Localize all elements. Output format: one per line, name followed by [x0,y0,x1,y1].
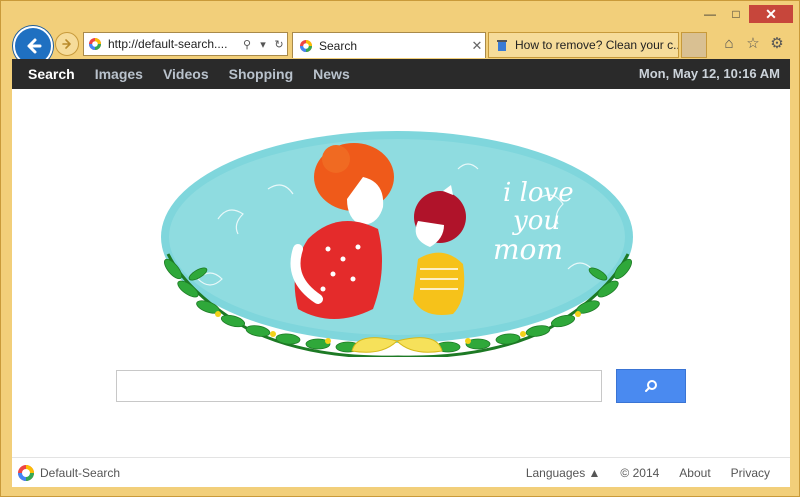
top-nav-bar: Search Images Videos Shopping News Mon, … [12,59,790,89]
search-icon[interactable]: ⚲ [239,38,255,51]
tab-how-to-remove[interactable]: How to remove? Clean your c... [488,32,679,58]
nav-news[interactable]: News [313,66,350,82]
about-link[interactable]: About [679,466,710,480]
tab-favicon-icon [300,39,312,52]
page-content: Search Images Videos Shopping News Mon, … [12,59,790,487]
refresh-icon[interactable]: ↻ [271,38,287,51]
address-bar[interactable]: http://default-search.... ⚲ ▾ ↻ [83,32,288,56]
tab-label: Search [319,38,358,53]
nav-images[interactable]: Images [95,66,143,82]
doodle-text-line: you [512,206,560,236]
maximize-button[interactable]: □ [723,5,749,23]
home-icon[interactable]: ⌂ [721,35,737,52]
tab-label: How to remove? Clean your c... [515,38,678,52]
footer-brand-name: Default-Search [40,465,121,480]
magnifier-icon [645,380,657,392]
new-tab-button[interactable] [681,32,707,58]
forward-button[interactable] [55,32,79,56]
browser-window: — □ ✕ http://default-search.... ⚲ ▾ ↻ Se… [0,0,800,497]
arrow-right-icon [62,39,71,49]
footer-links: Languages ▲ © 2014 About Privacy [526,466,770,480]
arrow-left-icon [27,38,42,54]
copyright-text: © 2014 [620,466,660,480]
site-favicon-icon [89,38,101,50]
toolbar-icons: ⌂ ☆ ⚙ [721,35,785,53]
close-tab-icon[interactable]: ✕ [469,38,485,54]
doodle-text-line: mom [493,233,563,266]
trash-favicon-icon [497,40,507,51]
date-time: Mon, May 12, 10:16 AM [638,66,780,81]
tab-search[interactable]: Search ✕ [292,32,486,58]
search-input[interactable] [116,370,602,402]
mothers-day-doodle[interactable]: i love you mom [158,129,636,357]
favorites-star-icon[interactable]: ☆ [745,35,761,52]
dropdown-icon[interactable]: ▾ [255,38,271,51]
search-button[interactable] [616,369,686,403]
minimize-button[interactable]: — [697,5,723,23]
nav-videos[interactable]: Videos [163,66,209,82]
privacy-link[interactable]: Privacy [731,466,770,480]
close-window-button[interactable]: ✕ [749,5,793,23]
window-controls: — □ ✕ [697,5,793,23]
nav-search[interactable]: Search [28,66,75,82]
languages-link[interactable]: Languages ▲ [526,466,601,480]
settings-gear-icon[interactable]: ⚙ [769,35,785,52]
doodle-text-line: i love [503,178,574,208]
footer-brand[interactable]: Default-Search [17,464,120,482]
default-search-logo-icon [18,464,34,481]
address-url[interactable]: http://default-search.... [108,37,239,51]
nav-shopping[interactable]: Shopping [229,66,294,82]
footer: Default-Search Languages ▲ © 2014 About … [12,457,790,487]
